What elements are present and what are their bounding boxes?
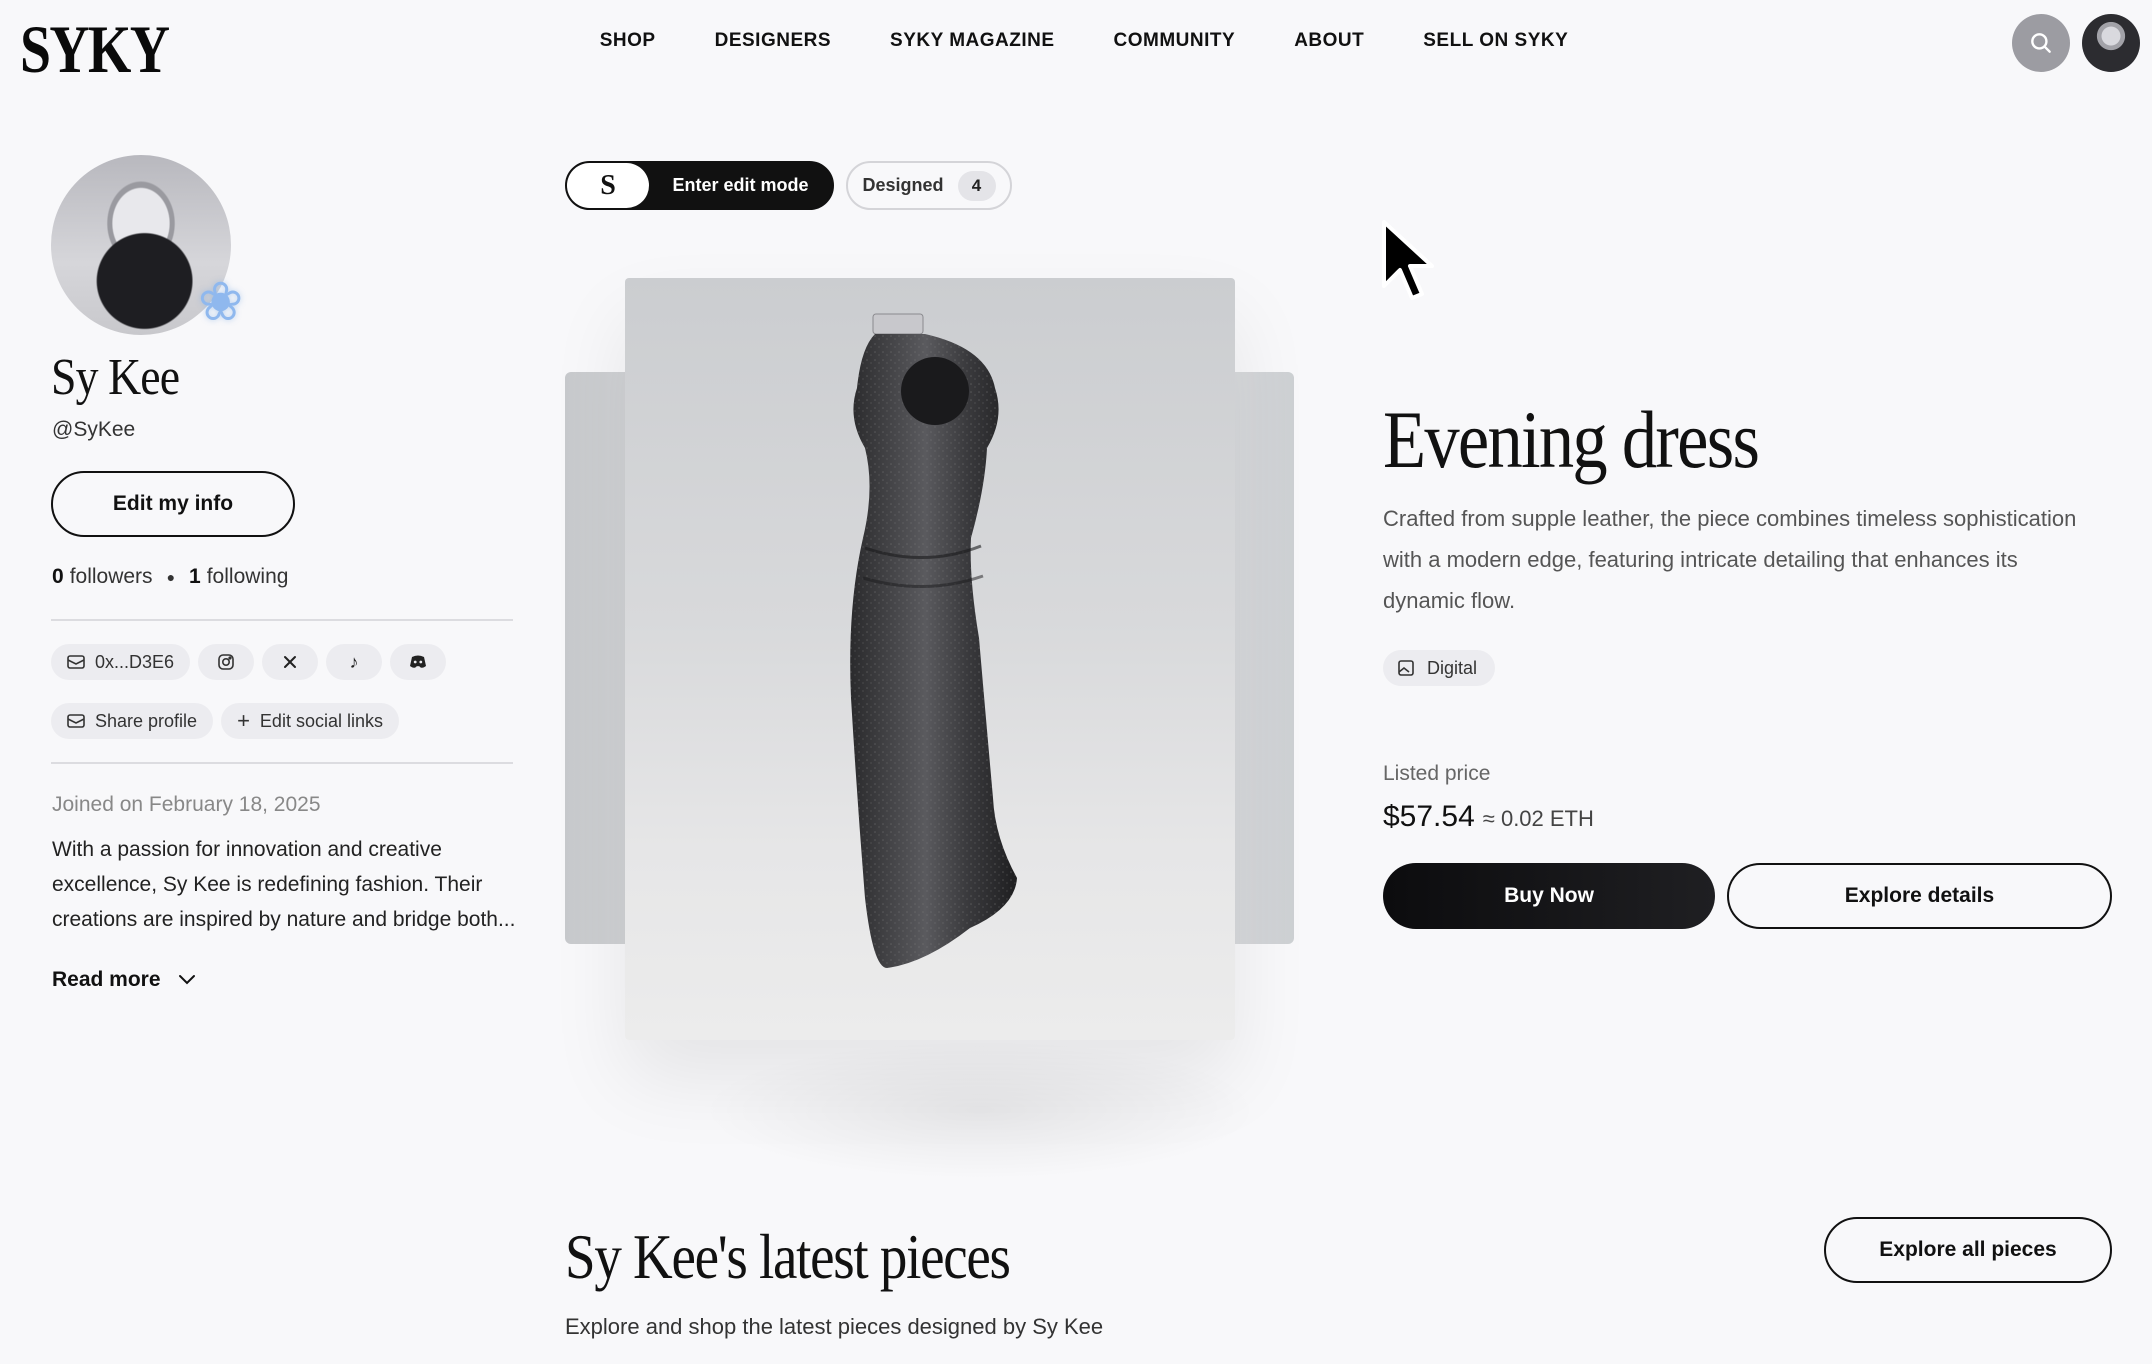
verified-flower-icon: ❀ bbox=[198, 272, 244, 332]
profile-handle: @SyKee bbox=[52, 418, 136, 441]
stage-shadow bbox=[700, 1040, 1260, 1180]
image-icon bbox=[1398, 660, 1414, 676]
explore-details-button[interactable]: Explore details bbox=[1727, 863, 2112, 929]
divider bbox=[51, 762, 513, 764]
nav-syky-magazine[interactable]: SYKY MAGAZINE bbox=[890, 30, 1055, 52]
price: $57.54 ≈ 0.02 ETH bbox=[1383, 800, 1594, 834]
nav-about[interactable]: ABOUT bbox=[1294, 30, 1364, 52]
main-nav: SHOP DESIGNERS SYKY MAGAZINE COMMUNITY A… bbox=[0, 30, 2152, 52]
nav-sell-on-syky[interactable]: SELL ON SYKY bbox=[1423, 30, 1568, 52]
product-title: Evening dress bbox=[1383, 394, 1760, 485]
social-links-row: 0x...D3E6 ♪ bbox=[51, 644, 447, 680]
price-eth: ≈ 0.02 ETH bbox=[1482, 806, 1594, 831]
instagram-icon bbox=[218, 654, 234, 670]
edit-my-info-button[interactable]: Edit my info bbox=[51, 471, 295, 537]
edit-social-links-label: Edit social links bbox=[259, 710, 383, 731]
chevron-down-icon bbox=[178, 975, 195, 985]
search-button[interactable] bbox=[2012, 14, 2070, 72]
designed-label: Designed bbox=[862, 175, 944, 195]
x-icon bbox=[284, 656, 297, 668]
tab-designed[interactable]: Designed 4 bbox=[846, 161, 1012, 210]
product-type-label: Digital bbox=[1427, 657, 1478, 678]
edit-mode-toggle[interactable]: S Enter edit mode bbox=[565, 161, 834, 210]
share-profile-button[interactable]: Share profile bbox=[51, 703, 214, 739]
tiktok-link[interactable]: ♪ bbox=[326, 644, 383, 680]
separator-dot: ● bbox=[166, 569, 176, 585]
profile-name: Sy Kee bbox=[51, 349, 180, 406]
mouse-cursor-icon bbox=[1382, 220, 1434, 300]
followers-count: 0 bbox=[52, 565, 64, 588]
follow-stats: 0 followers ● 1 following bbox=[52, 565, 288, 589]
latest-pieces-subtitle: Explore and shop the latest pieces desig… bbox=[565, 1314, 1104, 1339]
plus-icon: + bbox=[237, 708, 250, 733]
joined-date: Joined on February 18, 2025 bbox=[52, 793, 321, 816]
following-count: 1 bbox=[189, 565, 201, 588]
nav-shop[interactable]: SHOP bbox=[600, 30, 656, 52]
x-link[interactable] bbox=[262, 644, 319, 680]
read-more-label: Read more bbox=[52, 968, 161, 991]
latest-pieces-title: Sy Kee's latest pieces bbox=[565, 1221, 1011, 1292]
share-icon bbox=[67, 714, 85, 728]
discord-link[interactable] bbox=[390, 644, 447, 680]
followers-label[interactable]: followers bbox=[70, 565, 153, 589]
read-more-button[interactable]: Read more bbox=[52, 968, 197, 992]
following-label[interactable]: following bbox=[207, 565, 289, 589]
price-label: Listed price bbox=[1383, 762, 1491, 785]
wallet-address: 0x...D3E6 bbox=[95, 651, 175, 672]
user-avatar-button[interactable] bbox=[2082, 14, 2140, 72]
price-usd: $57.54 bbox=[1383, 800, 1475, 833]
search-icon bbox=[2031, 33, 2051, 53]
tiktok-icon: ♪ bbox=[349, 651, 359, 672]
wallet-icon bbox=[67, 655, 85, 669]
designed-count-badge: 4 bbox=[957, 170, 996, 201]
wallet-chip[interactable]: 0x...D3E6 bbox=[51, 644, 191, 680]
dress-illustration bbox=[850, 313, 1017, 968]
nav-designers[interactable]: DESIGNERS bbox=[715, 30, 831, 52]
product-description: Crafted from supple leather, the piece c… bbox=[1383, 506, 2077, 613]
instagram-link[interactable] bbox=[198, 644, 255, 680]
edit-mode-label: Enter edit mode bbox=[672, 175, 809, 195]
profile-bio: With a passion for innovation and creati… bbox=[52, 838, 516, 931]
edit-social-links-button[interactable]: + Edit social links bbox=[221, 703, 399, 739]
buy-now-button[interactable]: Buy Now bbox=[1383, 863, 1715, 929]
divider bbox=[51, 619, 513, 621]
syky-s-icon: S bbox=[567, 163, 649, 208]
nav-community[interactable]: COMMUNITY bbox=[1114, 30, 1236, 52]
discord-icon bbox=[410, 655, 427, 668]
product-type-chip: Digital bbox=[1383, 650, 1496, 686]
profile-actions-row: Share profile + Edit social links bbox=[51, 703, 399, 739]
product-image[interactable] bbox=[625, 278, 1235, 1040]
share-profile-label: Share profile bbox=[95, 710, 198, 731]
explore-all-pieces-button[interactable]: Explore all pieces bbox=[1824, 1217, 2112, 1283]
